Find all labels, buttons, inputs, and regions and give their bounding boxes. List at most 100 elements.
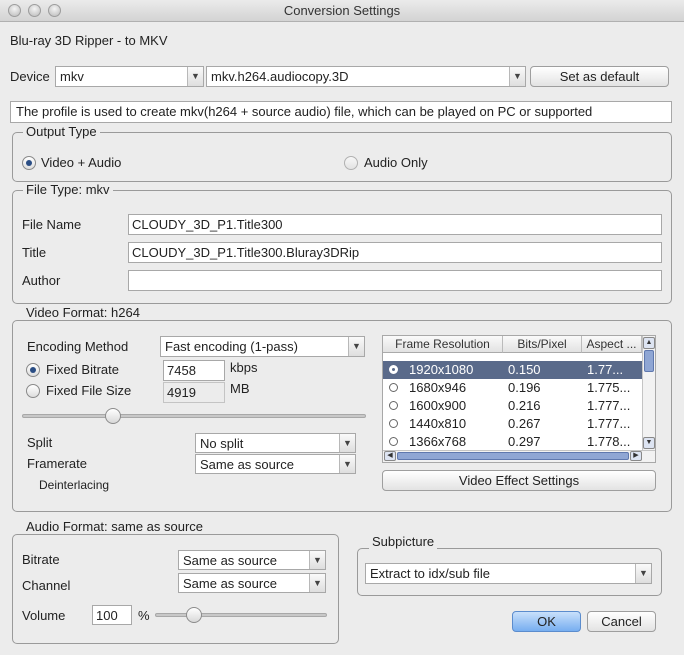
bits-cell: 0.196 [508, 380, 541, 395]
author-label: Author [22, 273, 61, 288]
title-input[interactable]: CLOUDY_3D_P1.Title300.Bluray3DRip [128, 242, 662, 263]
fixed-bitrate-radio[interactable] [26, 363, 40, 377]
audio-bitrate-select[interactable]: Same as source ▼ [178, 550, 326, 570]
resolution-table: Frame Resolution Bits/Pixel Aspect ... 1… [382, 335, 656, 463]
framerate-select[interactable]: Same as source ▼ [195, 454, 356, 474]
profile-select[interactable]: mkv.h264.audiocopy.3D ▼ [206, 66, 526, 87]
dialog-heading: Blu-ray 3D Ripper - to MKV [10, 33, 168, 48]
horizontal-scroll-thumb[interactable] [397, 452, 629, 460]
cancel-button[interactable]: Cancel [587, 611, 656, 632]
volume-label: Volume [22, 608, 66, 623]
chevron-down-icon: ▼ [187, 67, 203, 86]
row-radio-icon [389, 437, 398, 446]
table-horizontal-scrollbar[interactable]: ◀ ▶ [383, 450, 655, 462]
encoding-method-value: Fast encoding (1-pass) [165, 339, 298, 354]
subpicture-select[interactable]: Extract to idx/sub file ▼ [365, 563, 652, 584]
deinterlacing-label: Deinterlacing [39, 478, 110, 492]
aspect-cell: 1.777... [587, 416, 631, 431]
title-label: Title [22, 245, 47, 260]
aspect-cell: 1.778... [587, 434, 631, 449]
audio-only-label[interactable]: Audio Only [364, 155, 428, 170]
resolution-cell: 1366x768 [409, 434, 467, 449]
fixed-bitrate-input[interactable]: 7458 [163, 360, 225, 381]
fixed-file-size-radio[interactable] [26, 384, 40, 398]
video-format-legend: Video Format: h264 [23, 306, 143, 320]
chevron-down-icon: ▼ [339, 434, 355, 452]
col-header-resolution[interactable]: Frame Resolution [383, 336, 503, 353]
channel-value: Same as source [183, 576, 277, 591]
fixed-file-size-input[interactable]: 4919 [163, 382, 225, 403]
author-input[interactable] [128, 270, 662, 291]
device-label: Device [10, 69, 50, 84]
bitrate-slider-track[interactable] [22, 414, 366, 418]
resolution-cell: 1600x900 [409, 398, 467, 413]
encoding-method-select[interactable]: Fast encoding (1-pass) ▼ [160, 336, 365, 357]
framerate-value: Same as source [200, 457, 294, 472]
video-audio-radio[interactable] [22, 156, 36, 170]
chevron-down-icon: ▼ [635, 564, 651, 583]
resolution-cell: 1440x810 [409, 416, 467, 431]
split-select[interactable]: No split ▼ [195, 433, 356, 453]
ok-button[interactable]: OK [512, 611, 581, 632]
volume-unit: % [138, 608, 150, 623]
table-vertical-scrollbar[interactable]: ▲ ▼ [642, 336, 655, 450]
audio-only-radio[interactable] [344, 156, 358, 170]
scroll-right-icon[interactable]: ▶ [630, 451, 642, 461]
split-label: Split [27, 435, 53, 450]
fixed-bitrate-label[interactable]: Fixed Bitrate [46, 362, 119, 377]
row-radio-icon [389, 383, 398, 392]
audio-format-legend: Audio Format: same as source [23, 520, 207, 534]
scroll-down-icon[interactable]: ▼ [643, 437, 655, 449]
resolution-cell: 1920x1080 [409, 362, 474, 377]
col-header-bits[interactable]: Bits/Pixel [503, 336, 582, 353]
device-value: mkv [60, 69, 84, 84]
row-radio-icon [389, 401, 398, 410]
scroll-left-icon[interactable]: ◀ [384, 451, 396, 461]
fixed-file-size-label[interactable]: Fixed File Size [46, 383, 131, 398]
volume-input[interactable]: 100 [92, 605, 132, 625]
col-header-aspect[interactable]: Aspect ... [582, 336, 642, 353]
table-row[interactable]: 1920x1080 0.150 1.77... [383, 361, 642, 379]
file-name-input[interactable]: CLOUDY_3D_P1.Title300 [128, 214, 662, 235]
volume-slider-track[interactable] [155, 613, 327, 617]
video-effect-settings-button[interactable]: Video Effect Settings [382, 470, 656, 491]
aspect-cell: 1.777... [587, 398, 631, 413]
video-audio-label[interactable]: Video + Audio [41, 155, 121, 170]
conversion-settings-window: Conversion Settings Blu-ray 3D Ripper - … [0, 0, 684, 655]
profile-value: mkv.h264.audiocopy.3D [211, 69, 349, 84]
vertical-scroll-thumb[interactable] [644, 350, 654, 372]
row-radio-icon [389, 365, 398, 374]
aspect-cell: 1.775... [587, 380, 631, 395]
row-radio-icon [389, 419, 398, 428]
table-row[interactable]: 1366x768 0.297 1.778... [383, 433, 642, 451]
chevron-down-icon: ▼ [348, 337, 364, 356]
chevron-down-icon: ▼ [339, 455, 355, 473]
bits-cell: 0.297 [508, 434, 541, 449]
table-row[interactable]: 1600x900 0.216 1.777... [383, 397, 642, 415]
audio-bitrate-value: Same as source [183, 553, 277, 568]
bitrate-unit: kbps [230, 360, 258, 375]
size-unit: MB [230, 381, 250, 396]
output-type-legend: Output Type [23, 125, 100, 139]
window-title: Conversion Settings [283, 3, 401, 18]
file-type-legend: File Type: mkv [23, 183, 113, 197]
table-row[interactable]: 1680x946 0.196 1.775... [383, 379, 642, 397]
scroll-up-icon[interactable]: ▲ [643, 337, 655, 349]
encoding-method-label: Encoding Method [27, 339, 129, 354]
aspect-cell: 1.77... [587, 362, 624, 377]
device-select[interactable]: mkv ▼ [55, 66, 204, 87]
bitrate-slider-knob[interactable] [105, 408, 121, 424]
table-row[interactable]: 1440x810 0.267 1.777... [383, 415, 642, 433]
chevron-down-icon: ▼ [509, 67, 525, 86]
resolution-cell: 1680x946 [409, 380, 467, 395]
channel-label: Channel [22, 578, 71, 593]
chevron-down-icon: ▼ [309, 574, 325, 592]
subpicture-value: Extract to idx/sub file [370, 566, 490, 581]
set-as-default-button[interactable]: Set as default [530, 66, 669, 87]
title-bar: Conversion Settings [0, 0, 684, 22]
channel-select[interactable]: Same as source ▼ [178, 573, 326, 593]
profile-description: The profile is used to create mkv(h264 +… [10, 101, 672, 123]
file-name-label: File Name [22, 217, 82, 232]
volume-slider-knob[interactable] [186, 607, 202, 623]
subpicture-legend: Subpicture [369, 535, 438, 549]
